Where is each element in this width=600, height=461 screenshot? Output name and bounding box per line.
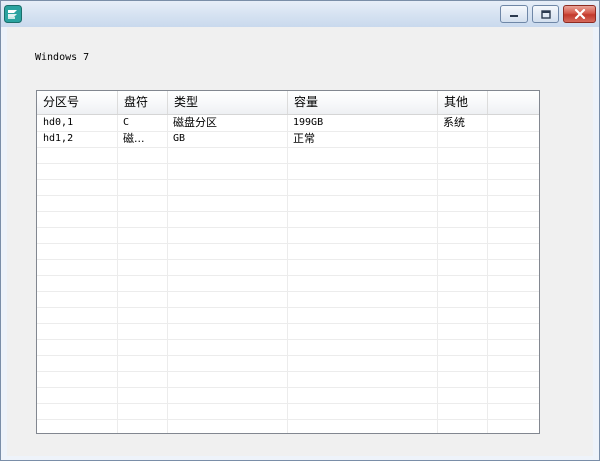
grid-line [37, 291, 539, 292]
grid-line [37, 259, 539, 260]
cell-drive: 磁... [123, 132, 145, 145]
column-header-other[interactable]: 其他 [438, 91, 488, 114]
grid-line [37, 307, 539, 308]
os-label: Windows 7 [35, 52, 90, 63]
cell-drive: C [123, 117, 130, 128]
cell-type: GB [173, 133, 186, 144]
grid-line [37, 387, 539, 388]
main-window: Windows 7 分区号 盘符 类型 容量 其他 hd0,1 C 磁盘分区 1… [0, 0, 600, 461]
grid-line [37, 339, 539, 340]
grid-line [37, 243, 539, 244]
cell-other: 系统 [443, 116, 465, 129]
minimize-button[interactable] [500, 5, 528, 23]
grid-line [37, 419, 539, 420]
grid-line [37, 211, 539, 212]
close-icon [574, 9, 585, 19]
title-bar[interactable] [1, 1, 599, 27]
close-button[interactable] [563, 5, 596, 23]
column-header-filler [488, 91, 539, 114]
cell-capacity: 199GB [293, 117, 324, 128]
maximize-icon [540, 9, 551, 19]
grid-line [37, 147, 539, 148]
column-header-type[interactable]: 类型 [168, 91, 288, 114]
minimize-icon [510, 15, 518, 17]
cell-type: 磁盘分区 [173, 116, 217, 129]
cell-capacity: 正常 [293, 132, 315, 145]
grid-line [37, 371, 539, 372]
client-area: Windows 7 分区号 盘符 类型 容量 其他 hd0,1 C 磁盘分区 1… [7, 27, 593, 456]
list-header: 分区号 盘符 类型 容量 其他 [37, 91, 539, 115]
maximize-button[interactable] [532, 5, 559, 23]
grid-line [37, 227, 539, 228]
grid-line [37, 355, 539, 356]
column-header-drive[interactable]: 盘符 [118, 91, 168, 114]
cell-partition: hd0,1 [43, 117, 74, 128]
column-header-capacity[interactable]: 容量 [288, 91, 438, 114]
grid-line [37, 195, 539, 196]
grid-line [37, 323, 539, 324]
grid-line [37, 163, 539, 164]
app-icon [4, 5, 22, 23]
partition-list[interactable]: 分区号 盘符 类型 容量 其他 hd0,1 C 磁盘分区 199GB 系统 hd… [36, 90, 540, 434]
grid-line [37, 403, 539, 404]
grid-line [37, 275, 539, 276]
cell-other [437, 131, 487, 147]
cell-partition: hd1,2 [43, 133, 74, 144]
column-header-partition[interactable]: 分区号 [37, 91, 118, 114]
grid-line [37, 179, 539, 180]
